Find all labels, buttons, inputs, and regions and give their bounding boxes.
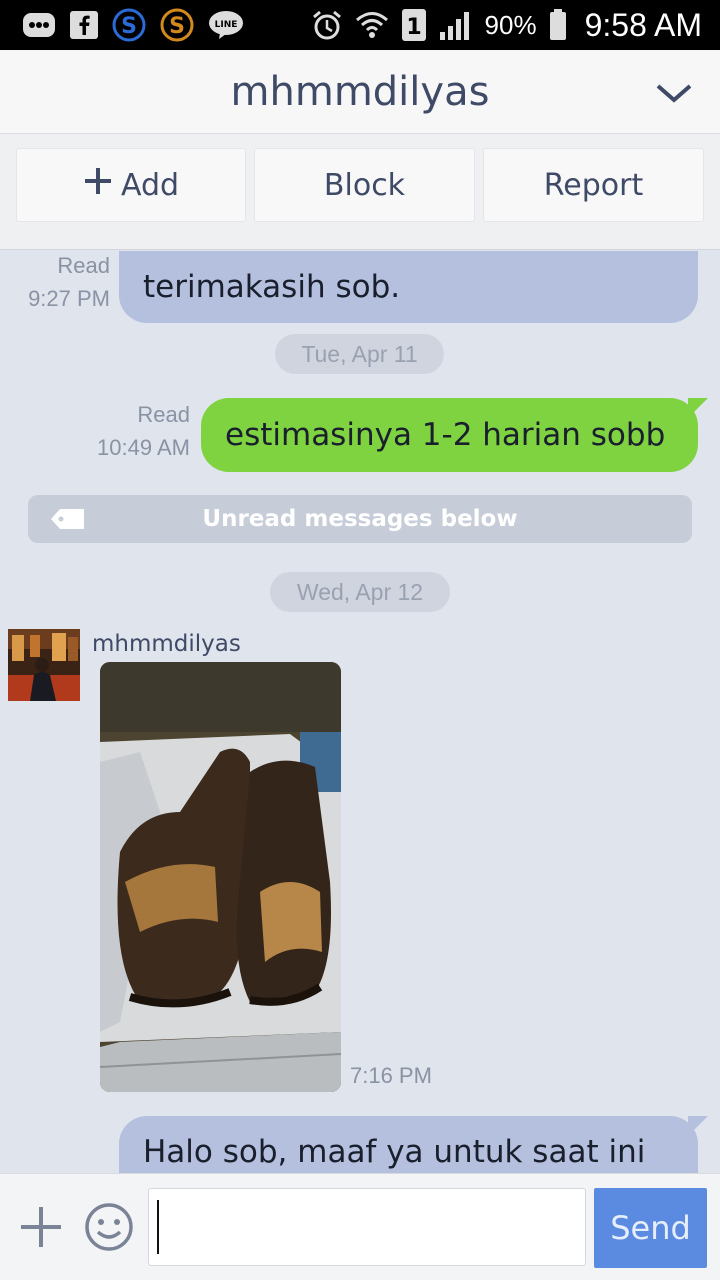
line-icon: LINE xyxy=(208,10,244,40)
chat-header: mhmmdilyas xyxy=(0,50,720,134)
s-app-orange-icon: S xyxy=(160,8,194,42)
sent-message-bubble[interactable]: estimasinya 1-2 harian sobb xyxy=(201,398,698,472)
message-text: terimakasih sob. xyxy=(143,269,401,305)
attach-plus-button[interactable] xyxy=(18,1204,64,1250)
photo-message[interactable] xyxy=(100,662,341,1092)
battery-icon xyxy=(549,9,567,41)
read-receipt: Read xyxy=(57,253,110,278)
message-meta: Read 10:49 AM xyxy=(80,398,190,464)
message-time: 10:49 AM xyxy=(97,435,190,460)
sender-name: mhmmdilyas xyxy=(92,631,241,657)
message-input[interactable] xyxy=(148,1188,586,1266)
block-label: Block xyxy=(323,167,406,203)
avatar[interactable] xyxy=(8,629,80,701)
add-friend-button[interactable]: Add xyxy=(16,148,246,222)
message-text: Halo sob, maaf ya untuk saat ini xyxy=(143,1134,646,1170)
chat-title: mhmmdilyas xyxy=(230,69,490,115)
date-separator: Tue, Apr 11 xyxy=(275,334,444,374)
emoji-icon[interactable] xyxy=(84,1202,134,1252)
signal-icon xyxy=(439,10,473,40)
sent-message-bubble[interactable]: terimakasih sob. xyxy=(119,251,698,323)
s-app-icon: S xyxy=(112,8,146,42)
report-label: Report xyxy=(543,167,644,203)
read-receipt: Read xyxy=(137,402,190,427)
chat-messages[interactable]: Read 9:27 PM terimakasih sob. Tue, Apr 1… xyxy=(0,251,720,1173)
clock-time: 9:58 AM xyxy=(584,6,702,43)
add-label: Add xyxy=(120,167,180,203)
message-time: 9:27 PM xyxy=(28,286,110,311)
send-button[interactable]: Send xyxy=(594,1188,707,1268)
svg-text:LINE: LINE xyxy=(215,20,238,30)
sim-1-icon: 1 xyxy=(401,8,427,42)
bubble-tail xyxy=(688,398,708,418)
chevron-down-icon[interactable] xyxy=(654,76,694,110)
svg-text:S: S xyxy=(169,14,185,39)
action-bar: Add Block Report xyxy=(0,134,720,250)
unread-messages-divider: Unread messages below xyxy=(28,495,692,543)
facebook-icon xyxy=(70,11,98,39)
svg-text:S: S xyxy=(121,14,137,39)
message-text: estimasinya 1-2 harian sobb xyxy=(225,417,666,453)
message-time: 7:16 PM xyxy=(350,1063,432,1088)
message-meta: Read 9:27 PM xyxy=(10,251,110,315)
tag-icon xyxy=(50,507,86,531)
svg-text:1: 1 xyxy=(406,15,421,40)
message-input-bar: Send xyxy=(0,1173,720,1280)
sent-message-bubble[interactable]: Halo sob, maaf ya untuk saat ini xyxy=(119,1116,698,1173)
plus-icon xyxy=(83,166,113,204)
wifi-icon xyxy=(355,10,389,40)
bbm-icon xyxy=(22,12,56,38)
text-cursor xyxy=(157,1200,159,1254)
report-button[interactable]: Report xyxy=(483,148,704,222)
unread-label: Unread messages below xyxy=(202,506,518,532)
date-separator: Wed, Apr 12 xyxy=(270,572,450,612)
bubble-tail xyxy=(688,1116,708,1136)
block-button[interactable]: Block xyxy=(254,148,475,222)
battery-percentage: 90% xyxy=(484,9,537,40)
status-bar: S S LINE 1 90% 9:58 AM xyxy=(0,0,720,50)
alarm-icon xyxy=(311,9,343,41)
